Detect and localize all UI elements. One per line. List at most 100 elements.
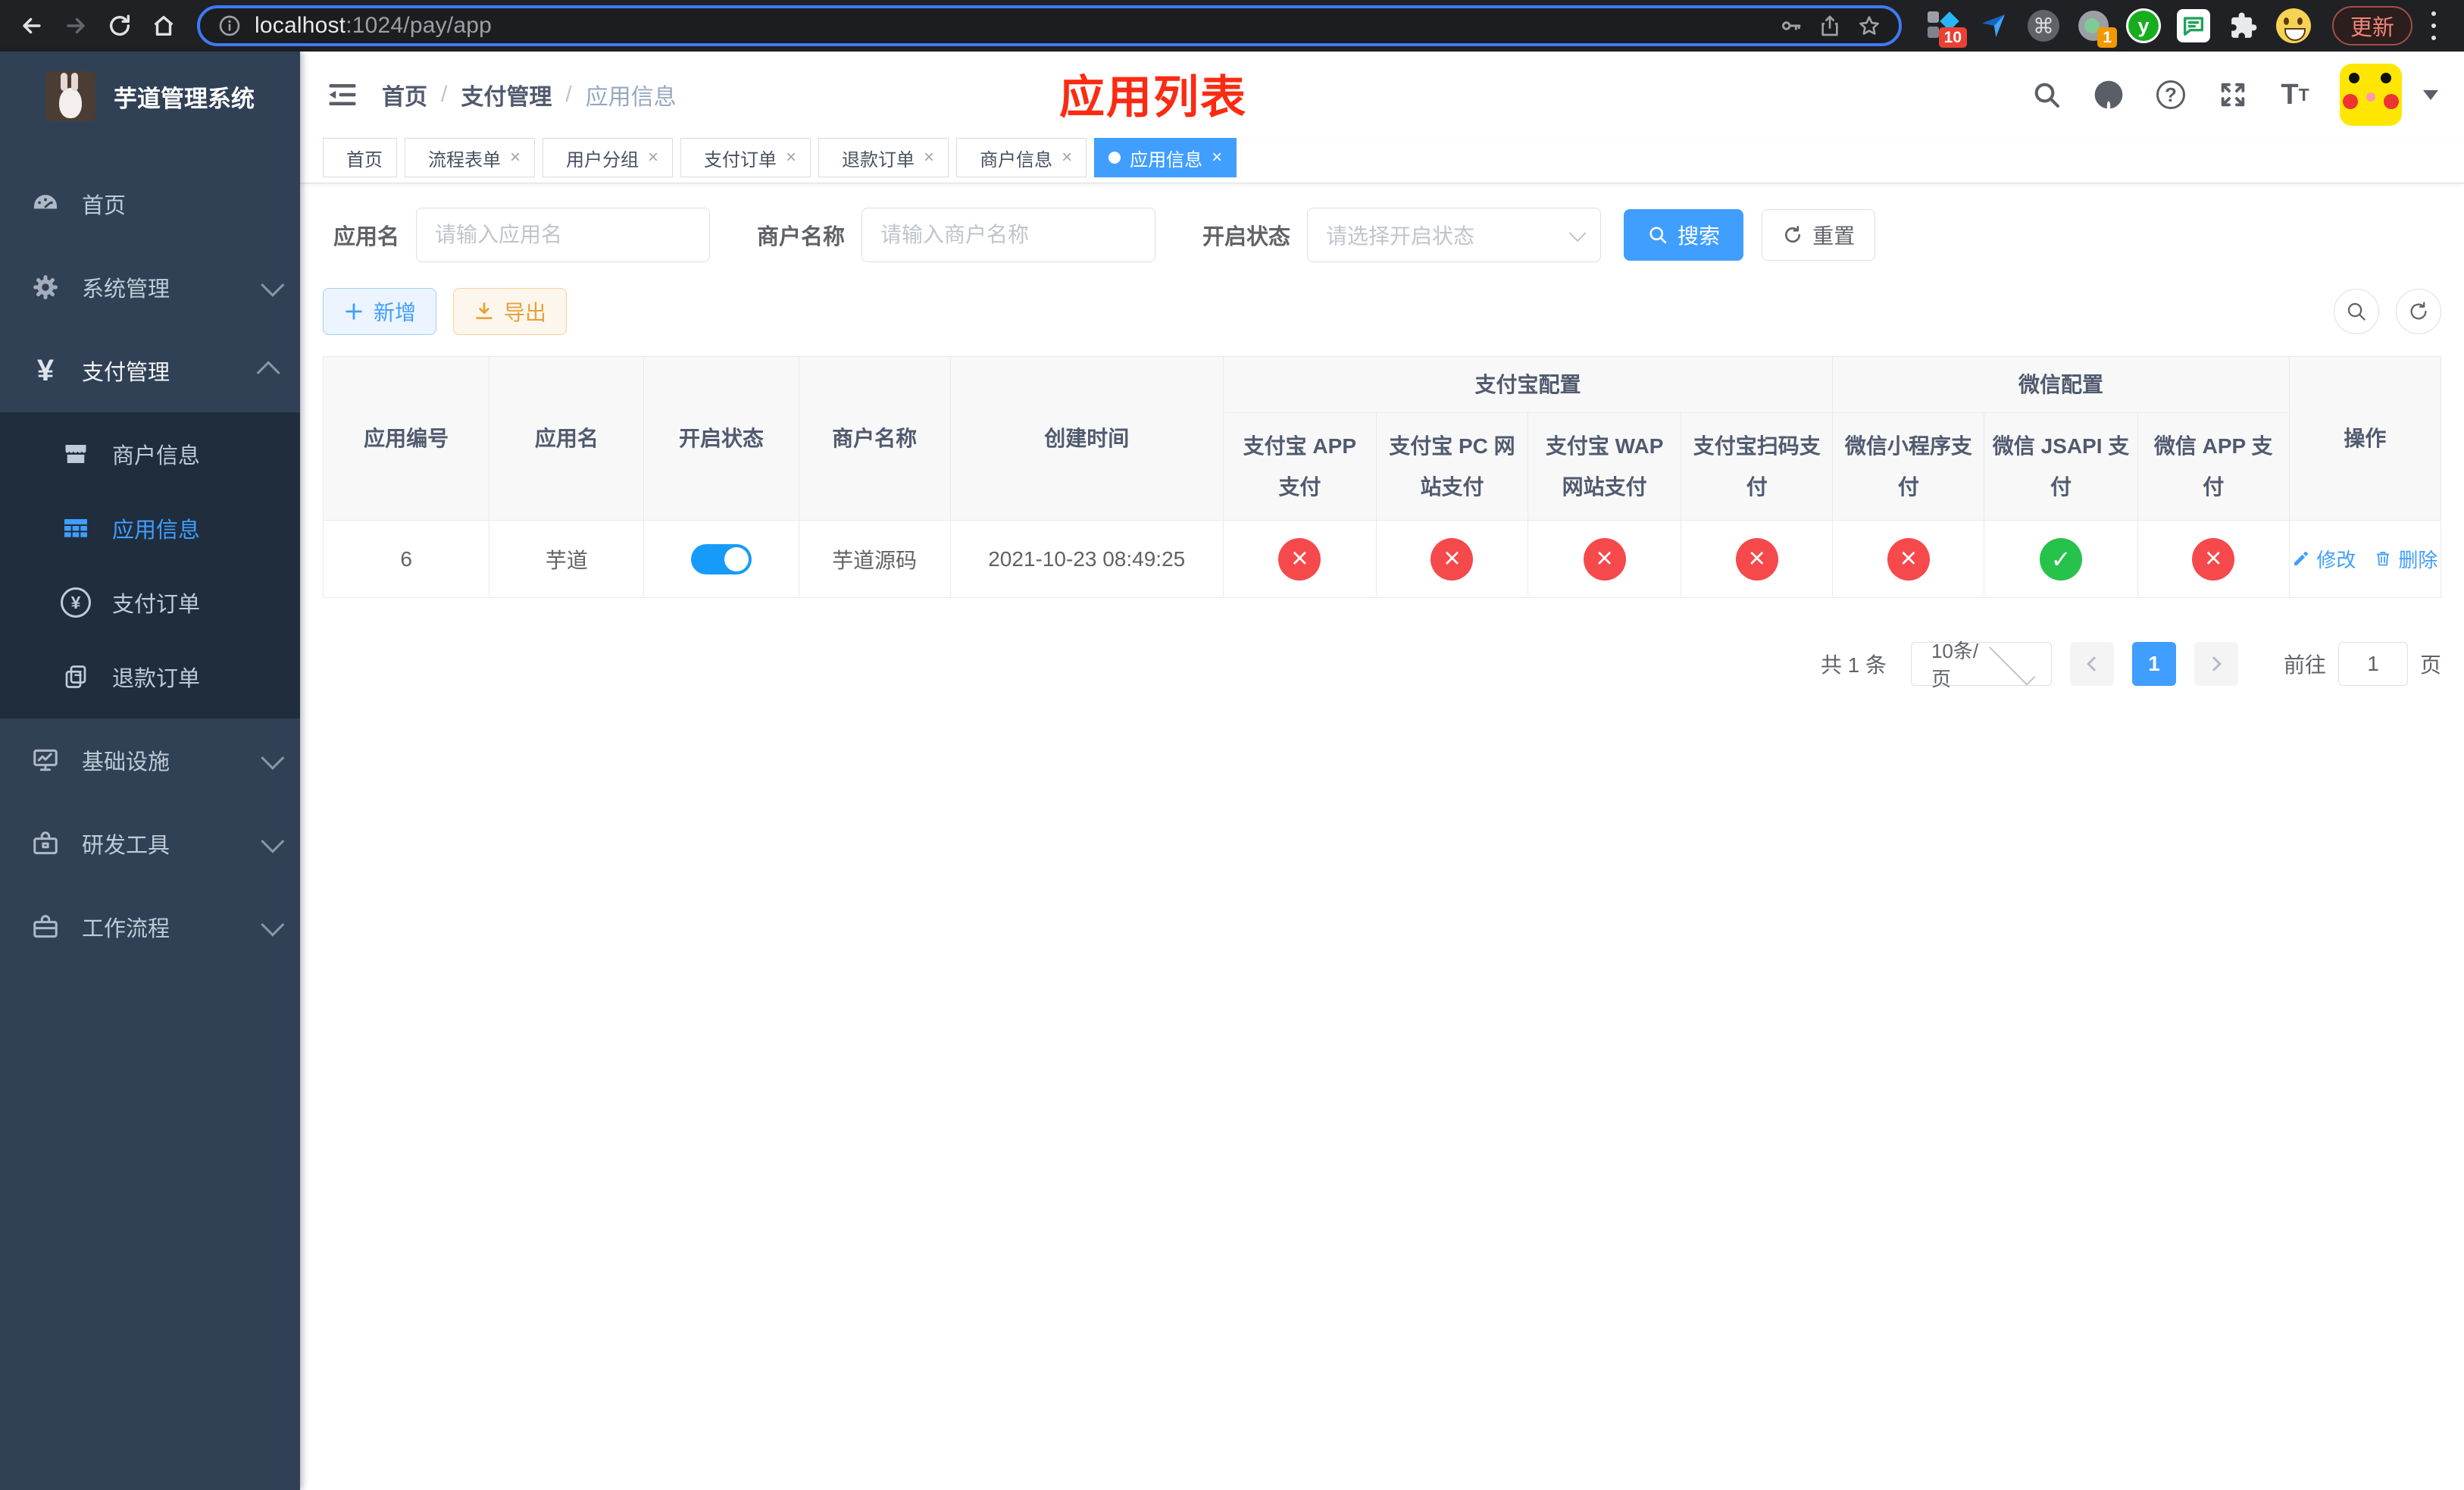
open-status-label: 开启状态 (1202, 225, 1291, 249)
current-page-button[interactable]: 1 (2131, 642, 2176, 686)
chevron-down-icon (261, 273, 285, 297)
extension-blocks-icon[interactable]: 10 (1926, 8, 1967, 48)
status-cross-icon (1887, 537, 1930, 581)
page-content: 应用名 商户名称 开启状态 请选择开启状态 搜索 重置 (300, 183, 2464, 1490)
tab-close-icon[interactable] (1212, 149, 1222, 167)
col-group-alipay: 支付宝配置 (1222, 356, 1834, 413)
page-annotation-title: 应用列表 (1059, 72, 1247, 123)
col-header-alipay-wap: 支付宝 WAP 网站支付 (1527, 412, 1682, 521)
browser-update-button[interactable]: 更新 (2332, 6, 2413, 45)
bookmark-star-icon[interactable] (1855, 11, 1884, 40)
navbar-actions: ? TT (2029, 64, 2438, 126)
export-button[interactable]: 导出 (453, 288, 568, 335)
browser-forward-icon[interactable] (58, 8, 94, 44)
sidebar-item-pay-orders[interactable]: ¥ 支付订单 (0, 565, 300, 640)
sidebar-item-label: 工作流程 (82, 917, 170, 941)
sidebar-item-infrastructure[interactable]: 基础设施 (0, 718, 300, 802)
table-row: 6 芋道 芋道源码 2021-10-23 08:49:25 × × × × × … (322, 520, 2442, 598)
header-search-icon[interactable] (2029, 77, 2064, 112)
merchant-name-input[interactable] (861, 208, 1156, 262)
tab-home[interactable]: 首页 (323, 138, 397, 177)
chevron-right-icon (2206, 656, 2222, 671)
breadcrumb-payment[interactable]: 支付管理 (461, 78, 552, 111)
status-cross-icon (1431, 537, 1474, 581)
site-info-icon[interactable] (215, 11, 244, 40)
app-logo[interactable]: 芋道管理系统 (0, 52, 300, 141)
font-size-icon[interactable]: TT (2278, 77, 2312, 112)
extension-dot-icon[interactable]: 1 (2076, 8, 2117, 48)
sidebar-item-label: 支付订单 (112, 593, 201, 617)
tab-close-icon[interactable] (648, 149, 658, 167)
browser-menu-icon[interactable] (2431, 11, 2437, 40)
tab-close-icon[interactable] (1062, 149, 1072, 167)
sidebar-item-refund-orders[interactable]: 退款订单 (0, 640, 300, 714)
tab-process-form[interactable]: 流程表单 (405, 138, 536, 177)
goto-page-input[interactable] (2337, 642, 2408, 686)
github-icon[interactable] (2091, 77, 2126, 112)
user-avatar[interactable] (2340, 64, 2402, 126)
address-bar[interactable]: localhost:1024/pay/app (197, 5, 1902, 46)
tab-close-icon[interactable] (786, 149, 796, 167)
apps-table: 应用编号 应用名 开启状态 商户名称 创建时间 支付宝配置 微信配置 操作 支付… (322, 356, 2442, 598)
refresh-table-button[interactable] (2396, 289, 2441, 334)
col-header-open-status: 开启状态 (643, 356, 799, 521)
extension-tray: 10 ⌘ 1 y (1926, 8, 2311, 48)
browser-home-icon[interactable] (145, 8, 182, 44)
url-text[interactable]: localhost:1024/pay/app (255, 13, 1765, 39)
search-button[interactable]: 搜索 (1624, 209, 1744, 261)
sidebar-item-label: 商户信息 (112, 444, 201, 468)
delete-link[interactable]: 删除 (2374, 545, 2437, 573)
prev-page-button[interactable] (2069, 642, 2114, 686)
browser-back-icon[interactable] (14, 8, 50, 44)
trash-icon (2377, 552, 2390, 566)
chevron-left-icon (2087, 656, 2102, 671)
tab-pay-orders[interactable]: 支付订单 (680, 138, 811, 177)
top-navbar: 首页 / 支付管理 / 应用信息 ? TT (300, 52, 2464, 138)
app-name-input[interactable] (416, 208, 711, 262)
sidebar-item-app-info[interactable]: 应用信息 (0, 491, 300, 565)
extension-badge: 10 (1938, 27, 1967, 48)
reset-button[interactable]: 重置 (1762, 209, 1876, 261)
sidebar-item-home[interactable]: 首页 (0, 162, 300, 246)
toggle-search-button[interactable] (2334, 289, 2379, 334)
cell-wechat-mini (1832, 520, 1985, 598)
page-size-select[interactable]: 10条/页 (1910, 639, 2052, 690)
extension-chat-icon[interactable] (2176, 8, 2211, 43)
sidebar-item-label: 研发工具 (82, 834, 170, 858)
browser-reload-icon[interactable] (102, 8, 138, 44)
add-button[interactable]: 新增 (323, 288, 437, 335)
help-icon[interactable]: ? (2153, 77, 2188, 112)
tags-view-bar: 首页 流程表单 用户分组 支付订单 退款订单 商户信息 应用信息 (300, 138, 2464, 183)
extension-y-icon[interactable]: y (2126, 8, 2161, 43)
tab-user-group[interactable]: 用户分组 (543, 138, 674, 177)
next-page-button[interactable] (2194, 642, 2238, 686)
tab-app-info[interactable]: 应用信息 (1094, 138, 1237, 177)
toolbox-icon (29, 829, 62, 858)
edit-link[interactable]: 修改 (2292, 545, 2356, 573)
extension-command-icon[interactable]: ⌘ (2026, 8, 2061, 43)
sidebar-item-workflow[interactable]: 工作流程 (0, 885, 300, 969)
tab-merchant-info[interactable]: 商户信息 (956, 138, 1087, 177)
chevron-down-icon (1568, 224, 1587, 243)
sidebar-fold-icon[interactable] (326, 78, 359, 111)
sidebar-item-merchant-info[interactable]: 商户信息 (0, 417, 300, 491)
extension-kite-icon[interactable] (1976, 8, 2011, 43)
tab-refund-orders[interactable]: 退款订单 (818, 138, 949, 177)
open-status-select[interactable]: 请选择开启状态 (1307, 208, 1602, 262)
sidebar-item-dev-tools[interactable]: 研发工具 (0, 802, 300, 885)
fullscreen-icon[interactable] (2215, 77, 2250, 112)
user-menu-caret-icon[interactable] (2423, 89, 2438, 100)
sidebar-item-payment[interactable]: ¥ 支付管理 (0, 329, 300, 412)
tab-close-icon[interactable] (510, 149, 521, 167)
share-icon[interactable] (1815, 11, 1844, 40)
status-toggle[interactable] (690, 543, 752, 574)
cell-merchant-name: 芋道源码 (798, 520, 951, 598)
sidebar-item-system[interactable]: 系统管理 (0, 246, 300, 329)
dashboard-icon (29, 189, 62, 218)
browser-profile-avatar[interactable] (2276, 8, 2311, 43)
app-title: 芋道管理系统 (114, 85, 255, 112)
extensions-puzzle-icon[interactable] (2226, 8, 2261, 43)
password-key-icon[interactable] (1776, 11, 1805, 40)
breadcrumb-home[interactable]: 首页 (382, 78, 427, 111)
tab-close-icon[interactable] (924, 149, 934, 167)
